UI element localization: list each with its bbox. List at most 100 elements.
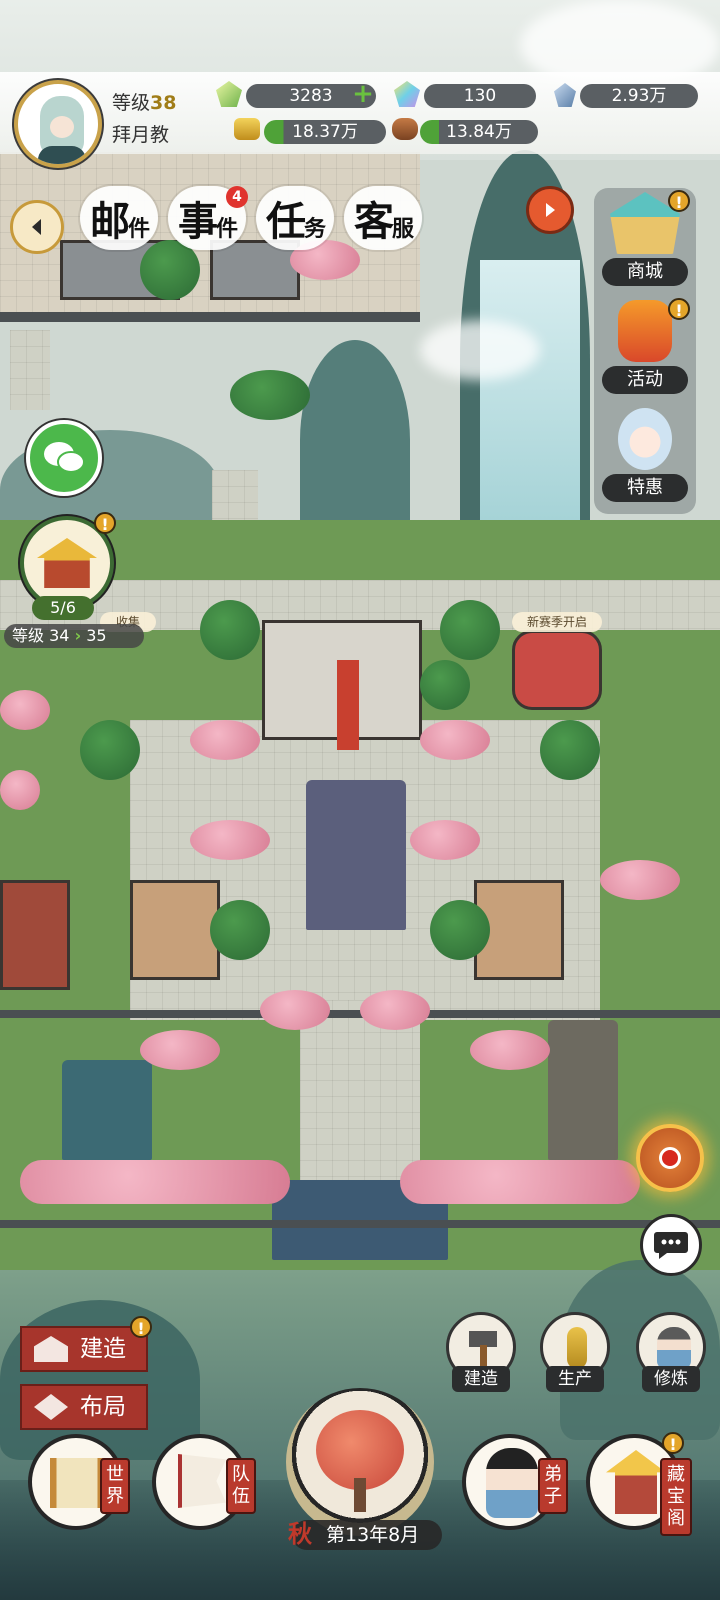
pine-tree — [210, 900, 270, 960]
pagoda[interactable] — [548, 1020, 618, 1160]
pine-tree — [140, 240, 200, 300]
wood-log-icon — [392, 118, 418, 140]
treasure-pavilion-icon — [606, 1450, 666, 1514]
wall — [0, 1220, 720, 1228]
chat-button[interactable] — [640, 1214, 702, 1276]
wood-counter: 13.84万 — [420, 120, 538, 144]
mail-button[interactable]: 邮件 — [80, 186, 158, 250]
wechat-icon — [44, 442, 85, 473]
upgrade-arrow-icon: › — [74, 626, 82, 645]
pine-tree — [200, 600, 260, 660]
cherry-tree — [140, 1030, 220, 1070]
gold-counter: 18.37万 — [264, 120, 386, 144]
player-level: 等级38 — [112, 88, 176, 115]
hall-far-west[interactable] — [0, 880, 70, 990]
wechat-button[interactable] — [26, 420, 102, 496]
cherry-tree — [410, 820, 480, 860]
shop-alert-badge: ! — [668, 190, 690, 212]
mist — [420, 320, 540, 380]
layout-mode-label: 布局 — [80, 1394, 126, 1420]
customer-service-button[interactable]: 客服 — [344, 186, 422, 250]
player-avatar[interactable] — [14, 80, 102, 168]
mail-label-big: 邮 — [89, 198, 130, 245]
cherry-tree — [190, 820, 270, 860]
build-mode-label: 建造 — [80, 1336, 126, 1362]
hall-west[interactable] — [130, 880, 220, 980]
mail-label-small: 件 — [127, 216, 150, 242]
deals-label: 特惠 — [602, 474, 688, 502]
cherry-tree — [400, 1160, 640, 1204]
shop-label: 商城 — [602, 258, 688, 286]
wheat-icon — [567, 1327, 587, 1369]
altar[interactable] — [306, 780, 406, 930]
disciples-label: 弟子 — [538, 1458, 568, 1514]
player-level-label: 等级 — [112, 92, 151, 114]
new-season-tag[interactable]: 新赛季开启 — [512, 612, 602, 632]
gold-ingot-icon — [234, 118, 260, 140]
scroll-map-icon — [50, 1458, 104, 1508]
cherry-tree — [600, 860, 680, 900]
next-button[interactable] — [526, 186, 574, 234]
cherry-tree — [420, 720, 490, 760]
tasks-label-big: 任 — [265, 198, 306, 245]
lantern-icon — [618, 300, 672, 362]
chevron-right-icon — [546, 203, 555, 217]
octagon-pavilion[interactable] — [512, 630, 602, 710]
player-level-value: 38 — [150, 92, 177, 114]
cultivate-tool-label: 修炼 — [642, 1366, 700, 1392]
building-count: 5/6 — [32, 596, 94, 620]
treasury-label: 藏宝阁 — [660, 1458, 692, 1536]
service-label-big: 客 — [353, 198, 394, 245]
tree-trunk — [354, 1478, 366, 1512]
building-level-from: 34 — [49, 626, 70, 645]
cherry-tree — [470, 1030, 550, 1070]
activity-label: 活动 — [602, 366, 688, 394]
mountain — [300, 340, 410, 540]
pine-tree — [420, 660, 470, 710]
hammer-handle — [480, 1345, 487, 1367]
game-date: 第13年8月 — [292, 1520, 442, 1550]
sect-name: 拜月教 — [112, 124, 170, 146]
pine-tree — [540, 720, 600, 780]
events-notification-badge: 4 — [226, 186, 248, 208]
cherry-tree — [190, 720, 260, 760]
layout-mode-button[interactable]: 布局 — [20, 1384, 148, 1430]
world-label: 世界 — [100, 1458, 130, 1514]
sect-building-alert-badge: ! — [94, 512, 116, 534]
stairs — [10, 330, 50, 410]
cherry-tree — [0, 770, 40, 810]
building-level-label: 等级 — [12, 626, 45, 645]
crystal-shrine[interactable] — [62, 1060, 152, 1160]
pine-tree — [80, 720, 140, 780]
mountain — [0, 1300, 200, 1460]
pine-tree — [440, 600, 500, 660]
speech-bubble-icon — [654, 1232, 688, 1259]
activity-alert-badge: ! — [668, 298, 690, 320]
treasury-alert-badge: ! — [662, 1432, 684, 1454]
disciple-portrait-icon — [486, 1448, 538, 1518]
build-mode-button[interactable]: 建造 — [20, 1326, 148, 1372]
tasks-button[interactable]: 任务 — [256, 186, 334, 250]
mascot-girl-icon — [618, 408, 672, 470]
add-jade-button[interactable]: + — [352, 81, 374, 107]
pine-tree — [430, 900, 490, 960]
wall — [0, 312, 420, 322]
red-orb-icon — [659, 1147, 681, 1169]
red-carpet — [337, 660, 359, 750]
build-tool-label: 建造 — [452, 1366, 510, 1392]
building-level-upgrade: 等级 34 › 35 — [4, 624, 144, 648]
events-label-small: 件 — [215, 216, 238, 242]
back-button[interactable] — [10, 200, 64, 254]
chevron-left-icon — [32, 219, 41, 235]
grid-tile-icon — [34, 1394, 68, 1420]
divination-button[interactable] — [636, 1124, 704, 1192]
produce-tool-label: 生产 — [546, 1366, 604, 1392]
pine-tree — [230, 370, 310, 420]
deals-button[interactable]: 特惠 — [594, 404, 696, 504]
meditating-monk-icon — [657, 1327, 691, 1369]
cherry-tree — [360, 990, 430, 1030]
temple-icon — [37, 538, 97, 588]
cherry-tree — [260, 990, 330, 1030]
cherry-tree — [0, 690, 50, 730]
team-label: 队伍 — [226, 1458, 256, 1514]
